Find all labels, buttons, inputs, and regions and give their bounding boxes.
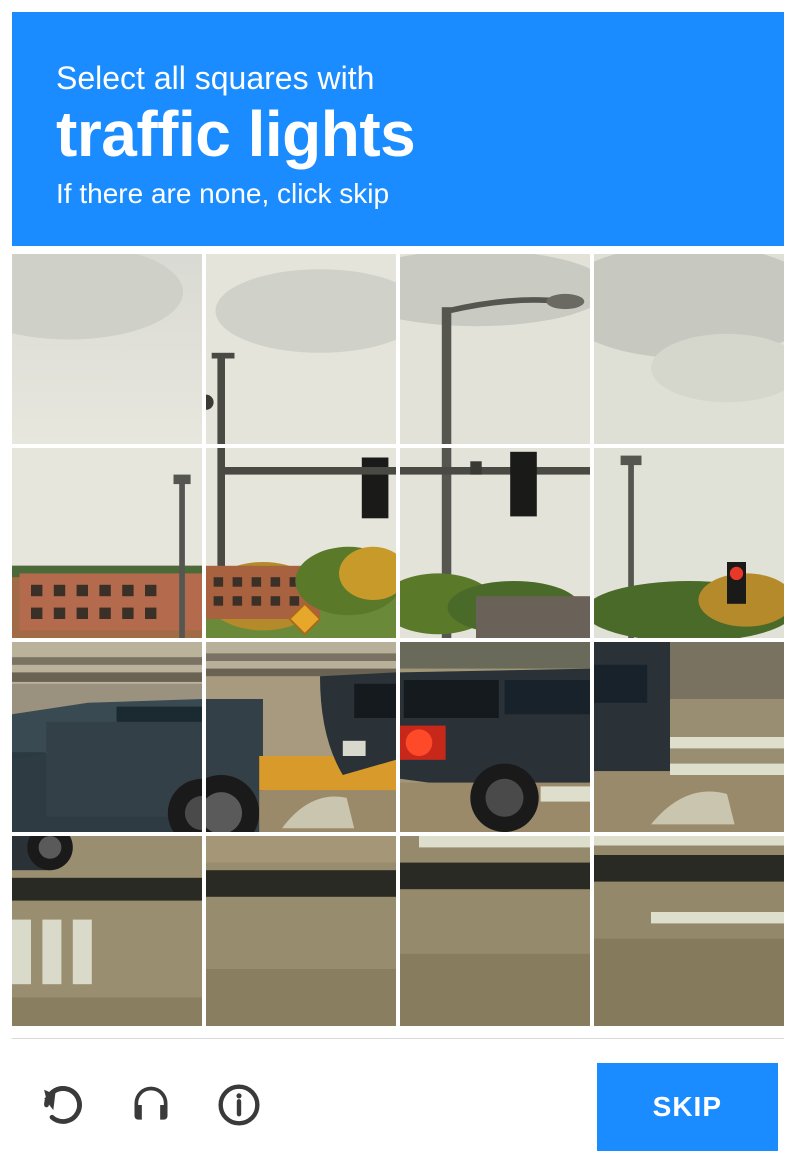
info-button[interactable]	[214, 1082, 264, 1132]
tile-2-1[interactable]	[206, 642, 396, 832]
tile-3-3[interactable]	[594, 836, 784, 1026]
footer-icons	[38, 1082, 264, 1132]
captcha-container: Select all squares with traffic lights I…	[0, 0, 796, 1152]
tile-1-1[interactable]	[206, 448, 396, 638]
reload-icon	[41, 1083, 85, 1132]
instruction-line3: If there are none, click skip	[56, 178, 748, 210]
headphones-icon	[129, 1083, 173, 1132]
tile-0-1[interactable]	[206, 254, 396, 444]
skip-button[interactable]: SKIP	[597, 1063, 778, 1151]
tile-1-2[interactable]	[400, 448, 590, 638]
tile-0-2[interactable]	[400, 254, 590, 444]
info-icon	[217, 1083, 261, 1132]
captcha-footer: SKIP	[12, 1038, 784, 1175]
tile-2-0[interactable]	[12, 642, 202, 832]
tile-0-0[interactable]	[12, 254, 202, 444]
tile-2-2[interactable]	[400, 642, 590, 832]
reload-button[interactable]	[38, 1082, 88, 1132]
tile-0-3[interactable]	[594, 254, 784, 444]
tile-1-3[interactable]	[594, 448, 784, 638]
tile-3-1[interactable]	[206, 836, 396, 1026]
captcha-header: Select all squares with traffic lights I…	[12, 12, 784, 246]
tile-2-3[interactable]	[594, 642, 784, 832]
tile-3-0[interactable]	[12, 836, 202, 1026]
image-grid	[12, 254, 784, 1026]
instruction-target: traffic lights	[56, 101, 748, 168]
instruction-line1: Select all squares with	[56, 60, 748, 97]
tile-3-2[interactable]	[400, 836, 590, 1026]
audio-button[interactable]	[126, 1082, 176, 1132]
tile-1-0[interactable]	[12, 448, 202, 638]
